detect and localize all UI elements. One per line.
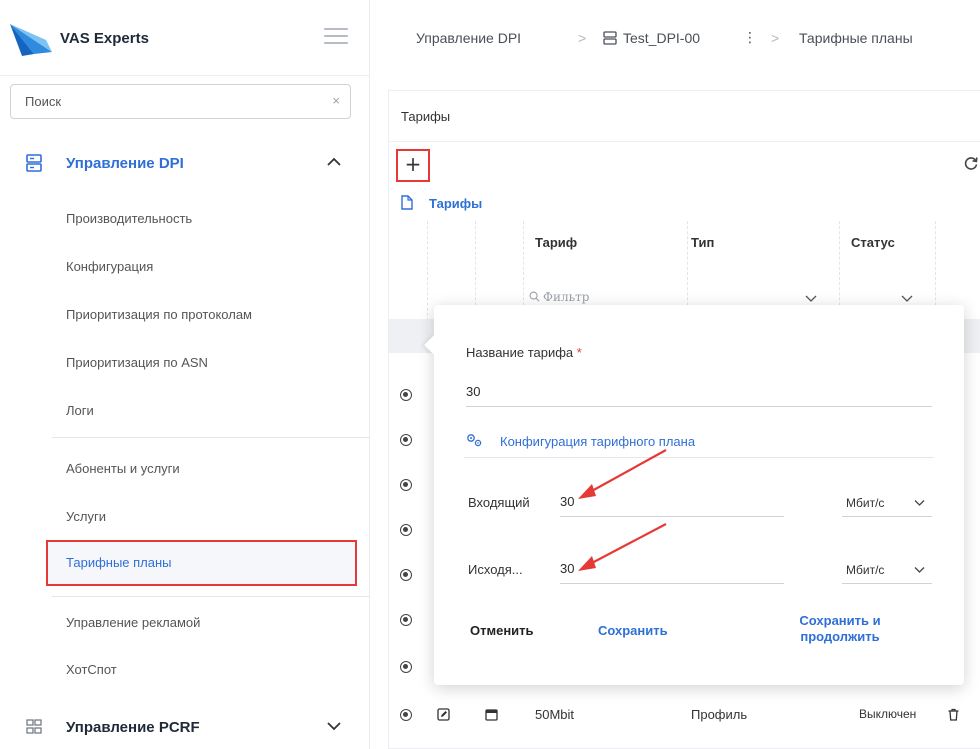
sidebar: VAS Experts × Управление DPI Производите… [0,0,370,749]
chevron-up-icon [327,157,341,166]
breadcrumb-separator: > [771,30,780,46]
chevron-down-icon [914,567,925,573]
incoming-unit-select[interactable]: Мбит/с [842,487,932,517]
outgoing-unit-select[interactable]: Мбит/с [842,554,932,584]
nav-group-dpi[interactable]: Управление DPI [0,140,370,188]
server-icon [603,31,617,45]
sidebar-item-hotspot[interactable]: ХотСпот [66,662,117,677]
row-select-radio[interactable] [400,524,412,536]
nav-group-dpi-label: Управление DPI [66,155,184,172]
outgoing-speed-input[interactable] [560,554,784,584]
file-icon [401,195,413,210]
incoming-label: Входящий [468,495,530,510]
tariff-status-cell: Выключен [859,707,917,721]
row-select-radio[interactable] [400,569,412,581]
row-select-radio[interactable] [400,389,412,401]
breadcrumb-dpi[interactable]: Управление DPI [416,30,521,46]
save-continue-button[interactable]: Сохранить и продолжить [780,613,900,645]
chevron-down-icon [914,500,925,506]
new-tariff-popup: Название тарифа * Конфигурация тарифного… [424,305,964,685]
sidebar-item-tariff-plans[interactable]: Тарифные планы [46,540,357,586]
column-header-type[interactable]: Тип [691,235,714,250]
breadcrumb: Управление DPI > Test_DPI-00 ⋮ > Тарифны… [371,0,980,76]
column-header-status[interactable]: Статус [851,235,895,250]
sidebar-divider [52,437,370,438]
row-select-radio[interactable] [400,614,412,626]
delete-icon[interactable] [947,708,960,721]
outgoing-label: Исходя... [468,562,523,577]
table-row[interactable]: 50Mbit Профиль Выключен [389,695,980,735]
tariff-name-cell: 50Mbit [535,707,575,722]
chevron-down-icon [327,722,341,731]
tariff-name-label-text: Название тарифа [466,345,574,360]
device-more-icon[interactable]: ⋮ [743,29,757,46]
tariff-config-link[interactable]: Конфигурация тарифного плана [464,428,934,458]
calendar-icon[interactable] [485,708,498,721]
tariff-name-label: Название тарифа * [466,345,582,360]
cancel-button[interactable]: Отменить [470,623,534,638]
tariff-name-input[interactable] [466,377,932,407]
tree-node-label: Тарифы [429,196,483,211]
incoming-unit-value: Мбит/с [846,496,885,510]
panel-title: Тарифы [401,109,451,124]
row-select-radio[interactable] [400,434,412,446]
search-icon [529,291,540,302]
clear-search-icon[interactable]: × [332,93,340,108]
sidebar-divider [52,596,370,597]
menu-toggle-icon[interactable] [324,28,348,46]
sidebar-item-logs[interactable]: Логи [66,403,94,418]
search-input[interactable] [11,85,321,118]
row-select-radio[interactable] [400,479,412,491]
gears-icon [467,434,482,447]
breadcrumb-separator: > [578,30,587,46]
edit-icon[interactable] [437,708,450,721]
pcrf-icon [26,719,42,734]
required-mark: * [576,345,582,360]
tariff-type-cell: Профиль [691,707,748,722]
column-divider [427,221,428,331]
row-select-radio[interactable] [400,661,412,673]
vas-logo-icon [10,24,52,56]
status-filter-chevron-icon[interactable] [901,293,913,303]
server-icon [26,154,42,172]
sidebar-item-services[interactable]: Услуги [66,509,106,524]
add-tariff-button[interactable]: + [396,149,430,182]
save-button[interactable]: Сохранить [598,623,668,638]
brand-name: VAS Experts [60,30,149,47]
panel-divider [389,141,980,142]
incoming-speed-input[interactable] [560,487,784,517]
logo-row: VAS Experts [0,0,370,76]
refresh-icon[interactable] [963,155,979,171]
row-select-radio[interactable] [400,709,412,721]
sidebar-item-asn-priority[interactable]: Приоритизация по ASN [66,355,208,370]
sidebar-item-configuration[interactable]: Конфигурация [66,259,153,274]
filter-placeholder: Фильтр [543,290,590,304]
sidebar-search: × [10,84,351,119]
nav-group-pcrf-label: Управление PCRF [66,719,200,736]
sidebar-item-performance[interactable]: Производительность [66,211,192,226]
tariff-config-link-label: Конфигурация тарифного плана [500,434,696,449]
column-header-tariff[interactable]: Тариф [535,235,577,250]
type-filter-chevron-icon[interactable] [805,293,817,303]
breadcrumb-current: Тарифные планы [799,30,913,46]
sidebar-item-tariff-plans-label: Тарифные планы [66,555,172,570]
breadcrumb-device[interactable]: Test_DPI-00 [623,30,700,46]
sidebar-item-subscribers-services[interactable]: Абоненты и услуги [66,461,180,476]
nav-group-pcrf[interactable]: Управление PCRF [0,704,370,749]
sidebar-item-advertising[interactable]: Управление рекламой [66,615,200,630]
sidebar-item-protocol-priority[interactable]: Приоритизация по протоколам [66,307,252,322]
outgoing-unit-value: Мбит/с [846,563,885,577]
